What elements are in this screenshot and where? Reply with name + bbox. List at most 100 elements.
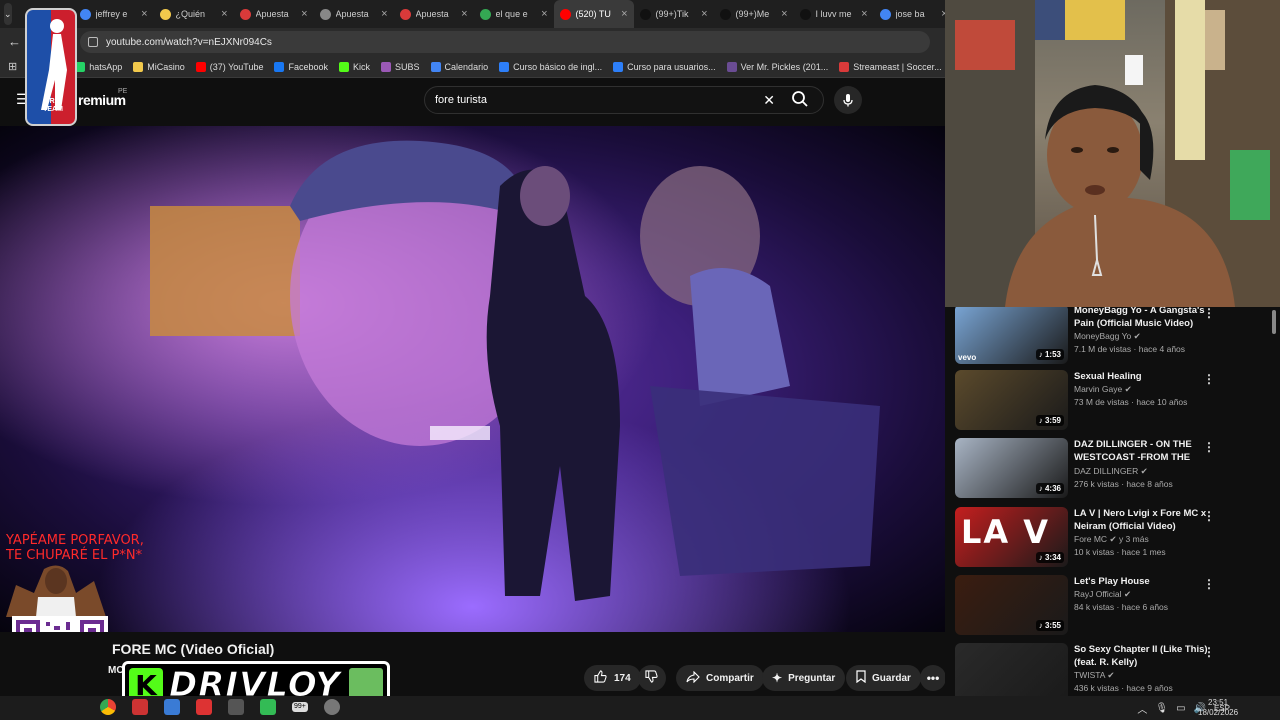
- more-vertical-icon[interactable]: ⋮: [1203, 372, 1215, 386]
- more-vertical-icon[interactable]: ⋮: [1203, 577, 1215, 591]
- share-icon: [686, 670, 700, 686]
- recommended-video[interactable]: ♪ 3:59 Sexual Healing Marvin Gaye ✔ 73 M de…: [955, 370, 1215, 434]
- url-field[interactable]: youtube.com/watch?v=nEJXNr094Cs: [80, 31, 930, 53]
- site-info-icon[interactable]: [88, 37, 98, 47]
- app-taskbar-icon-4[interactable]: [228, 699, 244, 715]
- bookmark-item[interactable]: Calendario: [430, 61, 488, 72]
- apps-grid-icon[interactable]: ⊞: [8, 60, 17, 73]
- close-tab-icon[interactable]: ×: [861, 8, 867, 20]
- share-button[interactable]: Compartir: [676, 665, 764, 691]
- app-taskbar-icon-1[interactable]: [132, 699, 148, 715]
- bookmark-item[interactable]: (37) YouTube: [195, 61, 263, 72]
- mic-tray-icon[interactable]: 🎙: [1155, 703, 1168, 714]
- back-icon[interactable]: ←: [8, 34, 21, 49]
- recommended-video[interactable]: ♪ 3:55 Let's Play House RayJ Official ✔ 84 …: [955, 575, 1215, 639]
- clock-date: 18/02/2026: [1198, 708, 1239, 717]
- bookmark-item[interactable]: Curso básico de ingl...: [499, 61, 602, 72]
- video-title[interactable]: Sexual Healing: [1074, 370, 1212, 383]
- dislike-button[interactable]: [638, 665, 666, 691]
- more-vertical-icon[interactable]: ⋮: [1203, 645, 1215, 659]
- ask-button[interactable]: ✦ Preguntar: [762, 665, 846, 691]
- tab-favicon-icon: [799, 8, 811, 20]
- close-tab-icon[interactable]: ×: [541, 8, 547, 20]
- close-tab-icon[interactable]: ×: [781, 8, 787, 20]
- verified-icon: ✔: [1107, 670, 1115, 680]
- video-title[interactable]: Let's Play House: [1074, 575, 1212, 588]
- browser-tab[interactable]: (99+)Tik ×: [634, 0, 714, 28]
- video-thumbnail[interactable]: ♪ 4:36: [955, 438, 1068, 498]
- network-tray-icon[interactable]: ▭: [1176, 703, 1185, 714]
- video-thumbnail[interactable]: LA V ♪ 3:34: [955, 507, 1068, 567]
- channel-name[interactable]: RayJ Official ✔: [1074, 588, 1212, 601]
- bookmark-favicon-icon: [839, 61, 850, 72]
- bookmark-item[interactable]: Curso para usuarios...: [613, 61, 716, 72]
- browser-tab[interactable]: I luvv me ×: [794, 0, 874, 28]
- close-tab-icon[interactable]: ×: [461, 8, 467, 20]
- tab-search-dropdown[interactable]: ⌄: [4, 3, 12, 25]
- browser-tab[interactable]: Apuesta ×: [234, 0, 314, 28]
- app-taskbar-icon-5[interactable]: [260, 699, 276, 715]
- close-tab-icon[interactable]: ×: [221, 8, 227, 20]
- close-tab-icon[interactable]: ×: [621, 8, 627, 20]
- video-meta: DAZ DILLINGER - ON THE WESTCOAST -FROM T…: [1074, 438, 1212, 502]
- bookmark-favicon-icon: [274, 61, 285, 72]
- close-tab-icon[interactable]: ×: [141, 8, 147, 20]
- close-tab-icon[interactable]: ×: [301, 8, 307, 20]
- search-input[interactable]: fore turista ✕: [424, 86, 824, 114]
- channel-name[interactable]: MoneyBagg Yo ✔: [1074, 330, 1212, 343]
- clock[interactable]: 23:51 18/02/2026: [1198, 698, 1238, 718]
- like-button[interactable]: 174: [584, 665, 641, 691]
- chrome-taskbar-icon[interactable]: [100, 699, 116, 715]
- browser-tab[interactable]: Apuesta ×: [394, 0, 474, 28]
- bookmark-item[interactable]: hatsApp: [75, 61, 122, 72]
- more-vertical-icon[interactable]: ⋮: [1203, 306, 1215, 320]
- tray-chevron-icon[interactable]: ︿: [1137, 701, 1147, 716]
- save-button[interactable]: Guardar: [846, 665, 921, 691]
- video-thumbnail[interactable]: vevo ♪ 1:53: [955, 304, 1068, 364]
- browser-tab[interactable]: jeffrey e ×: [74, 0, 154, 28]
- bookmark-item[interactable]: Ver Mr. Pickles (201...: [726, 61, 828, 72]
- more-vertical-icon[interactable]: ⋮: [1203, 440, 1215, 454]
- tab-title: Apuesta: [255, 9, 289, 19]
- save-label: Guardar: [872, 672, 911, 684]
- bookmark-item[interactable]: Facebook: [274, 61, 328, 72]
- app-taskbar-icon-3[interactable]: [196, 699, 212, 715]
- voice-search-icon[interactable]: [834, 86, 862, 114]
- bookmark-item[interactable]: Streameast | Soccer...: [839, 61, 942, 72]
- bookmark-item[interactable]: MiCasino: [133, 61, 185, 72]
- video-title[interactable]: LA V | Nero Lvigi x Fore MC x Neiram (Of…: [1074, 507, 1212, 533]
- thumbs-up-icon: [594, 670, 607, 686]
- video-thumbnail[interactable]: ♪ 3:59: [955, 370, 1068, 430]
- recommended-video[interactable]: vevo ♪ 1:53 MoneyBagg Yo - A Gangsta's Pai…: [955, 304, 1215, 368]
- video-title[interactable]: DAZ DILLINGER - ON THE WESTCOAST -FROM T…: [1074, 438, 1212, 465]
- more-actions-button[interactable]: •••: [920, 665, 946, 691]
- channel-name[interactable]: Marvin Gaye ✔: [1074, 383, 1212, 396]
- channel-name[interactable]: TWISTA ✔: [1074, 669, 1212, 682]
- video-title[interactable]: So Sexy Chapter II (Like This) (feat. R.…: [1074, 643, 1212, 669]
- search-icon[interactable]: [791, 90, 811, 110]
- bookmark-label: MiCasino: [147, 61, 185, 72]
- browser-tab[interactable]: (520) TU ×: [553, 0, 634, 28]
- video-thumbnail[interactable]: [955, 643, 1068, 703]
- browser-tab[interactable]: ¿Quién ×: [154, 0, 234, 28]
- bookmark-item[interactable]: Kick: [339, 61, 370, 72]
- video-title[interactable]: MoneyBagg Yo - A Gangsta's Pain (Officia…: [1074, 304, 1212, 330]
- browser-tab[interactable]: Apuesta ×: [314, 0, 394, 28]
- channel-name[interactable]: DAZ DILLINGER ✔: [1074, 465, 1212, 478]
- recommended-video[interactable]: LA V ♪ 3:34 LA V | Nero Lvigi x Fore MC x …: [955, 507, 1215, 571]
- app-taskbar-icon-2[interactable]: [164, 699, 180, 715]
- close-tab-icon[interactable]: ×: [701, 8, 707, 20]
- browser-tab[interactable]: jose ba×: [874, 0, 954, 28]
- clear-search-icon[interactable]: ✕: [763, 92, 775, 109]
- browser-tab[interactable]: (99+)Me ×: [714, 0, 794, 28]
- channel-name[interactable]: Fore MC ✔ y 3 más: [1074, 533, 1212, 546]
- bookmark-item[interactable]: SUBS: [381, 61, 420, 72]
- app-taskbar-icon-6[interactable]: [323, 699, 340, 715]
- scrollbar-thumb[interactable]: [1272, 310, 1276, 334]
- recommended-video[interactable]: ♪ 4:36 DAZ DILLINGER - ON THE WESTCOAST -…: [955, 438, 1215, 502]
- close-tab-icon[interactable]: ×: [381, 8, 387, 20]
- video-thumbnail[interactable]: ♪ 3:55: [955, 575, 1068, 635]
- browser-tab[interactable]: el que e ×: [474, 0, 554, 28]
- view-stats: 10 k vistas · hace 1 mes: [1074, 547, 1166, 557]
- more-vertical-icon[interactable]: ⋮: [1203, 509, 1215, 523]
